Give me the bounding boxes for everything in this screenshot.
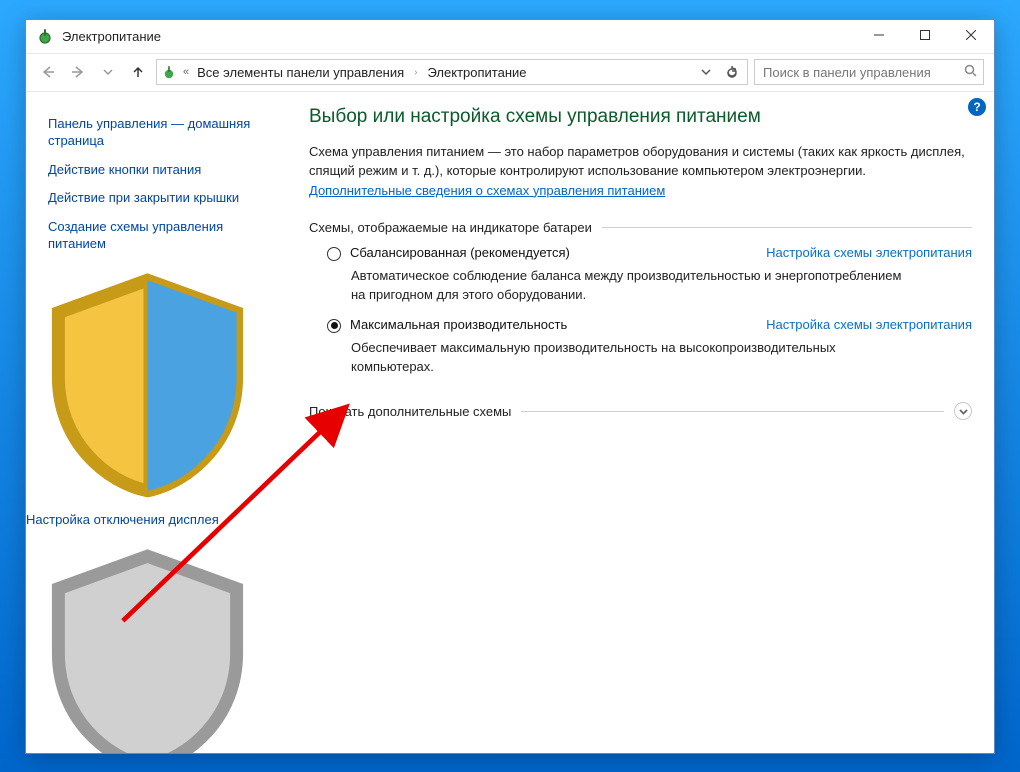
sidebar-item-create-plan[interactable]: Создание схемы управления питанием: [48, 213, 269, 259]
control-panel-window: Электропитание « Все элементы панели упр…: [25, 19, 995, 754]
sidebar-item-power-button[interactable]: Действие кнопки питания: [48, 156, 269, 185]
window-title: Электропитание: [62, 29, 161, 44]
group-label: Схемы, отображаемые на индикаторе батаре…: [309, 220, 592, 235]
minimize-button[interactable]: [856, 20, 902, 50]
chevron-right-icon: ›: [414, 67, 417, 78]
plan-name[interactable]: Максимальная производительность: [350, 317, 567, 332]
close-button[interactable]: [948, 20, 994, 50]
page-heading: Выбор или настройка схемы управления пит…: [309, 106, 972, 128]
group-shown-plans: Схемы, отображаемые на индикаторе батаре…: [309, 220, 972, 235]
sidebar-item-lid-close[interactable]: Действие при закрытии крышки: [48, 184, 269, 213]
sidebar-home-link[interactable]: Панель управления — домашняя страница: [48, 110, 269, 156]
group-more-plans[interactable]: Показать дополнительные схемы: [309, 402, 972, 420]
plan-radio-balanced[interactable]: [327, 247, 341, 261]
search-box[interactable]: [754, 59, 984, 85]
divider: [602, 227, 972, 228]
search-icon: [964, 64, 977, 80]
plan-desc: Обеспечивает максимальную производительн…: [351, 339, 911, 377]
nav-recent-button[interactable]: [96, 60, 120, 84]
breadcrumb-current[interactable]: Электропитание: [426, 65, 529, 80]
intro-plain: Схема управления питанием — это набор па…: [309, 144, 965, 179]
search-input[interactable]: [761, 64, 958, 81]
breadcrumb-root-chevron[interactable]: «: [183, 66, 189, 78]
plan-config-link[interactable]: Настройка схемы электропитания: [766, 317, 972, 332]
shield-icon: [26, 495, 269, 510]
sidebar-item-sleep[interactable]: Настройка перехода в спящий режим: [26, 535, 269, 753]
plan-name[interactable]: Сбалансированная (рекомендуется): [350, 245, 570, 260]
breadcrumb-parent[interactable]: Все элементы панели управления: [195, 65, 406, 80]
intro-text: Схема управления питанием — это набор па…: [309, 142, 972, 201]
window-body: Панель управления — домашняя страница Де…: [26, 92, 994, 753]
titlebar: Электропитание: [26, 20, 994, 54]
nav-up-button[interactable]: [126, 60, 150, 84]
divider: [521, 411, 944, 412]
sidebar-item-label: Настройка отключения дисплея: [26, 512, 219, 527]
intro-more-link[interactable]: Дополнительные сведения о схемах управле…: [309, 183, 665, 198]
nav-forward-button[interactable]: [66, 60, 90, 84]
address-dropdown-button[interactable]: [695, 61, 717, 83]
plan-config-link[interactable]: Настройка схемы электропитания: [766, 245, 972, 260]
plan-radio-max-performance[interactable]: [327, 319, 341, 333]
chevron-down-icon[interactable]: [954, 402, 972, 420]
group-label: Показать дополнительные схемы: [309, 404, 511, 419]
power-options-icon: [36, 27, 54, 45]
plan-balanced: Сбалансированная (рекомендуется) Настрой…: [327, 245, 972, 305]
power-options-icon: [161, 64, 177, 80]
plan-max-performance: Максимальная производительность Настройк…: [327, 317, 972, 377]
navbar: « Все элементы панели управления › Элект…: [26, 54, 994, 92]
main-content: ? Выбор или настройка схемы управления п…: [281, 92, 994, 753]
maximize-button[interactable]: [902, 20, 948, 50]
nav-back-button[interactable]: [36, 60, 60, 84]
window-controls: [856, 20, 994, 53]
help-button[interactable]: ?: [968, 98, 986, 116]
plan-desc: Автоматическое соблюдение баланса между …: [351, 267, 911, 305]
sidebar: Панель управления — домашняя страница Де…: [26, 92, 281, 753]
address-bar[interactable]: « Все элементы панели управления › Элект…: [156, 59, 748, 85]
sidebar-item-display-off[interactable]: Настройка отключения дисплея: [26, 259, 269, 535]
refresh-button[interactable]: [721, 61, 743, 83]
